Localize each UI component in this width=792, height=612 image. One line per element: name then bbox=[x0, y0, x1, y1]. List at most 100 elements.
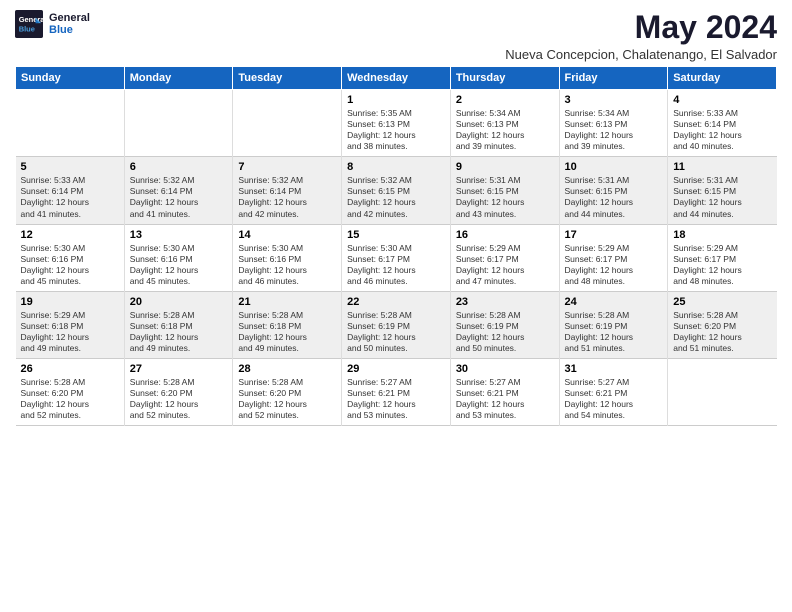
table-row: 18Sunrise: 5:29 AM Sunset: 6:17 PM Dayli… bbox=[668, 224, 777, 291]
table-row: 4Sunrise: 5:33 AM Sunset: 6:14 PM Daylig… bbox=[668, 90, 777, 157]
table-row: 20 Sunrise: 5:28 AM Sunset: 6:18 PM Dayli… bbox=[124, 291, 233, 358]
table-row: 15 Sunrise: 5:30 AM Sunset: 6:17 PM Dayli… bbox=[342, 224, 451, 291]
table-row: 12Sunrise: 5:30 AM Sunset: 6:16 PM Dayli… bbox=[16, 224, 125, 291]
day-info: Sunrise: 5:28 AM Sunset: 6:20 PM Dayligh… bbox=[238, 377, 336, 421]
day-number: 15 bbox=[347, 229, 445, 241]
day-info: Sunrise: 5:32 AM Sunset: 6:15 PM Dayligh… bbox=[347, 175, 445, 219]
table-row: 2 Sunrise: 5:34 AM Sunset: 6:13 PM Daylig… bbox=[450, 90, 559, 157]
day-info: Sunrise: 5:30 AM Sunset: 6:16 PM Dayligh… bbox=[238, 243, 336, 287]
day-info: Sunrise: 5:28 AM Sunset: 6:20 PM Dayligh… bbox=[130, 377, 228, 421]
day-number: 18 bbox=[673, 229, 771, 241]
day-info: Sunrise: 5:32 AM Sunset: 6:14 PM Dayligh… bbox=[238, 175, 336, 219]
day-number: 6 bbox=[130, 161, 228, 173]
table-row: 14 Sunrise: 5:30 AM Sunset: 6:16 PM Dayli… bbox=[233, 224, 342, 291]
svg-text:Blue: Blue bbox=[19, 24, 35, 33]
day-number: 7 bbox=[238, 161, 336, 173]
table-row: 28 Sunrise: 5:28 AM Sunset: 6:20 PM Dayli… bbox=[233, 358, 342, 425]
table-row bbox=[124, 90, 233, 157]
day-info: Sunrise: 5:34 AM Sunset: 6:13 PM Dayligh… bbox=[456, 108, 554, 152]
day-info: Sunrise: 5:28 AM Sunset: 6:19 PM Dayligh… bbox=[456, 310, 554, 354]
table-row: 16Sunrise: 5:29 AM Sunset: 6:17 PM Dayli… bbox=[450, 224, 559, 291]
table-row: 17 Sunrise: 5:29 AM Sunset: 6:17 PM Dayli… bbox=[559, 224, 668, 291]
day-info: Sunrise: 5:31 AM Sunset: 6:15 PM Dayligh… bbox=[456, 175, 554, 219]
day-number: 23 bbox=[456, 296, 554, 308]
day-number: 30 bbox=[456, 363, 554, 375]
table-row: 29Sunrise: 5:27 AM Sunset: 6:21 PM Dayli… bbox=[342, 358, 451, 425]
table-row: 24 Sunrise: 5:28 AM Sunset: 6:19 PM Dayli… bbox=[559, 291, 668, 358]
day-info: Sunrise: 5:29 AM Sunset: 6:17 PM Dayligh… bbox=[456, 243, 554, 287]
day-number: 14 bbox=[238, 229, 336, 241]
table-row bbox=[16, 90, 125, 157]
logo: General Blue General Blue bbox=[15, 10, 90, 38]
logo-line1: General bbox=[49, 12, 90, 24]
calendar-week-2: 5 Sunrise: 5:33 AM Sunset: 6:14 PM Daylig… bbox=[16, 157, 777, 224]
day-info: Sunrise: 5:28 AM Sunset: 6:20 PM Dayligh… bbox=[21, 377, 119, 421]
table-row: 21Sunrise: 5:28 AM Sunset: 6:18 PM Dayli… bbox=[233, 291, 342, 358]
day-number: 3 bbox=[565, 94, 663, 106]
calendar-week-4: 19 Sunrise: 5:29 AM Sunset: 6:18 PM Dayli… bbox=[16, 291, 777, 358]
header-row: Sunday Monday Tuesday Wednesday Thursday… bbox=[16, 67, 777, 90]
day-info: Sunrise: 5:27 AM Sunset: 6:21 PM Dayligh… bbox=[565, 377, 663, 421]
logo-line2: Blue bbox=[49, 24, 90, 36]
day-number: 2 bbox=[456, 94, 554, 106]
day-number: 10 bbox=[565, 161, 663, 173]
page: General Blue General Blue May 2024 Nueva… bbox=[0, 0, 792, 436]
calendar-week-3: 12 Sunrise: 5:30 AM Sunset: 6:16 PM Dayli… bbox=[16, 224, 777, 291]
day-info: Sunrise: 5:31 AM Sunset: 6:15 PM Dayligh… bbox=[673, 175, 771, 219]
table-row: 7 Sunrise: 5:32 AM Sunset: 6:14 PM Daylig… bbox=[233, 157, 342, 224]
col-monday: Monday bbox=[124, 67, 233, 90]
table-row: 25Sunrise: 5:28 AM Sunset: 6:20 PM Dayli… bbox=[668, 291, 777, 358]
table-row: 6Sunrise: 5:32 AM Sunset: 6:14 PM Daylig… bbox=[124, 157, 233, 224]
day-number: 20 bbox=[130, 296, 228, 308]
day-number: 17 bbox=[565, 229, 663, 241]
day-number: 8 bbox=[347, 161, 445, 173]
day-info: Sunrise: 5:28 AM Sunset: 6:19 PM Dayligh… bbox=[565, 310, 663, 354]
day-number: 28 bbox=[238, 363, 336, 375]
col-tuesday: Tuesday bbox=[233, 67, 342, 90]
title-block: May 2024 Nueva Concepcion, Chalatenango,… bbox=[505, 10, 777, 62]
main-title: May 2024 bbox=[505, 10, 777, 45]
table-row: 11 Sunrise: 5:31 AM Sunset: 6:15 PM Dayli… bbox=[668, 157, 777, 224]
col-wednesday: Wednesday bbox=[342, 67, 451, 90]
day-info: Sunrise: 5:28 AM Sunset: 6:18 PM Dayligh… bbox=[130, 310, 228, 354]
logo-text: General Blue bbox=[49, 12, 90, 36]
table-row: 23 Sunrise: 5:28 AM Sunset: 6:19 PM Dayli… bbox=[450, 291, 559, 358]
day-number: 19 bbox=[21, 296, 119, 308]
day-info: Sunrise: 5:30 AM Sunset: 6:17 PM Dayligh… bbox=[347, 243, 445, 287]
day-info: Sunrise: 5:35 AM Sunset: 6:13 PM Dayligh… bbox=[347, 108, 445, 152]
table-row: 10Sunrise: 5:31 AM Sunset: 6:15 PM Dayli… bbox=[559, 157, 668, 224]
day-number: 12 bbox=[21, 229, 119, 241]
day-info: Sunrise: 5:27 AM Sunset: 6:21 PM Dayligh… bbox=[456, 377, 554, 421]
day-info: Sunrise: 5:28 AM Sunset: 6:20 PM Dayligh… bbox=[673, 310, 771, 354]
day-number: 26 bbox=[21, 363, 119, 375]
day-info: Sunrise: 5:30 AM Sunset: 6:16 PM Dayligh… bbox=[130, 243, 228, 287]
col-friday: Friday bbox=[559, 67, 668, 90]
table-row: 27 Sunrise: 5:28 AM Sunset: 6:20 PM Dayli… bbox=[124, 358, 233, 425]
day-info: Sunrise: 5:29 AM Sunset: 6:18 PM Dayligh… bbox=[21, 310, 119, 354]
day-number: 1 bbox=[347, 94, 445, 106]
day-number: 9 bbox=[456, 161, 554, 173]
table-row: 8 Sunrise: 5:32 AM Sunset: 6:15 PM Daylig… bbox=[342, 157, 451, 224]
day-number: 24 bbox=[565, 296, 663, 308]
day-number: 27 bbox=[130, 363, 228, 375]
table-row: 31 Sunrise: 5:27 AM Sunset: 6:21 PM Dayli… bbox=[559, 358, 668, 425]
calendar-week-5: 26 Sunrise: 5:28 AM Sunset: 6:20 PM Dayli… bbox=[16, 358, 777, 425]
day-info: Sunrise: 5:34 AM Sunset: 6:13 PM Dayligh… bbox=[565, 108, 663, 152]
table-row: 30 Sunrise: 5:27 AM Sunset: 6:21 PM Dayli… bbox=[450, 358, 559, 425]
header: General Blue General Blue May 2024 Nueva… bbox=[15, 10, 777, 62]
day-number: 22 bbox=[347, 296, 445, 308]
day-number: 5 bbox=[21, 161, 119, 173]
calendar-table: Sunday Monday Tuesday Wednesday Thursday… bbox=[15, 66, 777, 426]
day-number: 11 bbox=[673, 161, 771, 173]
col-saturday: Saturday bbox=[668, 67, 777, 90]
day-number: 31 bbox=[565, 363, 663, 375]
table-row: 19 Sunrise: 5:29 AM Sunset: 6:18 PM Dayli… bbox=[16, 291, 125, 358]
day-info: Sunrise: 5:33 AM Sunset: 6:14 PM Dayligh… bbox=[21, 175, 119, 219]
day-number: 29 bbox=[347, 363, 445, 375]
day-info: Sunrise: 5:29 AM Sunset: 6:17 PM Dayligh… bbox=[565, 243, 663, 287]
table-row: 26 Sunrise: 5:28 AM Sunset: 6:20 PM Dayli… bbox=[16, 358, 125, 425]
table-row: 22Sunrise: 5:28 AM Sunset: 6:19 PM Dayli… bbox=[342, 291, 451, 358]
table-row: 1 Sunrise: 5:35 AM Sunset: 6:13 PM Daylig… bbox=[342, 90, 451, 157]
calendar-week-1: 1 Sunrise: 5:35 AM Sunset: 6:13 PM Daylig… bbox=[16, 90, 777, 157]
subtitle: Nueva Concepcion, Chalatenango, El Salva… bbox=[505, 47, 777, 62]
